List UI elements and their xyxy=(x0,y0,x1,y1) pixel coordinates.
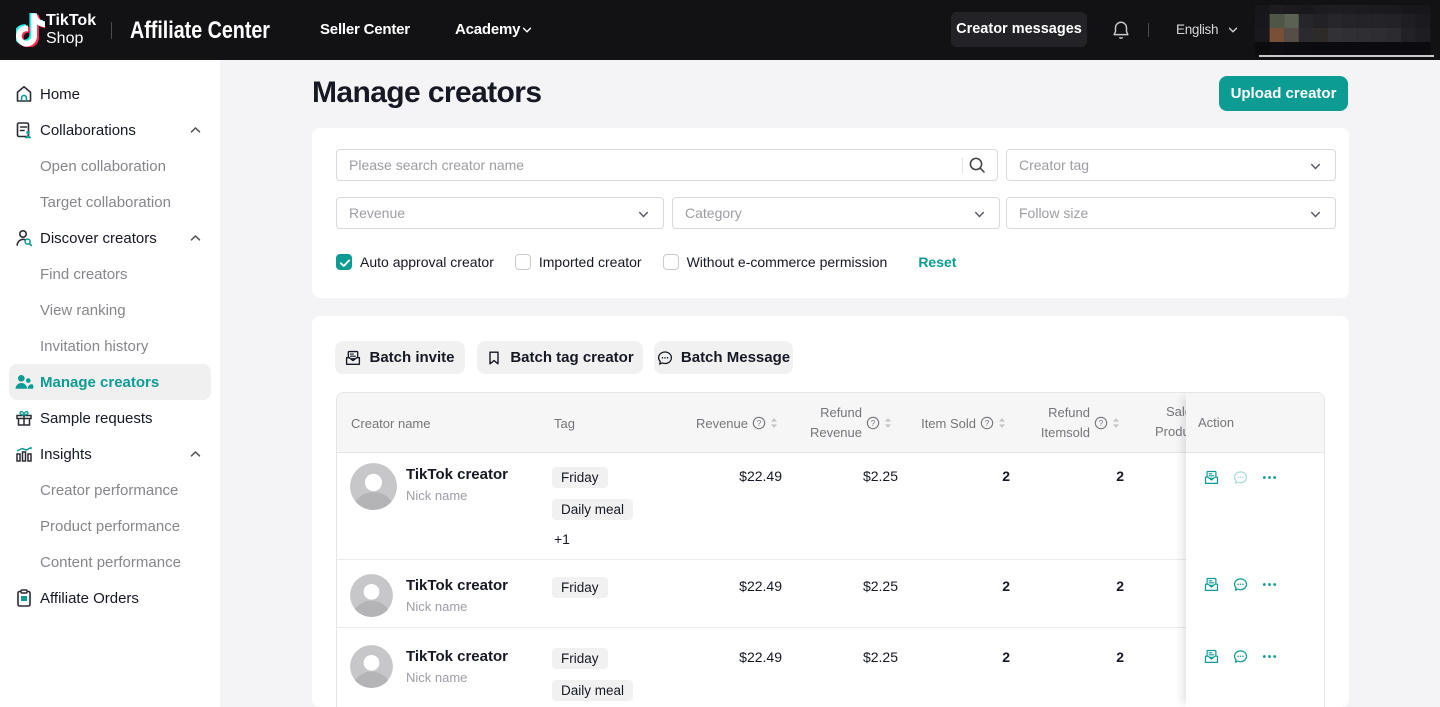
svg-text:?: ? xyxy=(871,419,876,428)
svg-text:?: ? xyxy=(985,419,990,428)
svg-text:?: ? xyxy=(1099,419,1104,428)
svg-text:?: ? xyxy=(757,419,762,428)
